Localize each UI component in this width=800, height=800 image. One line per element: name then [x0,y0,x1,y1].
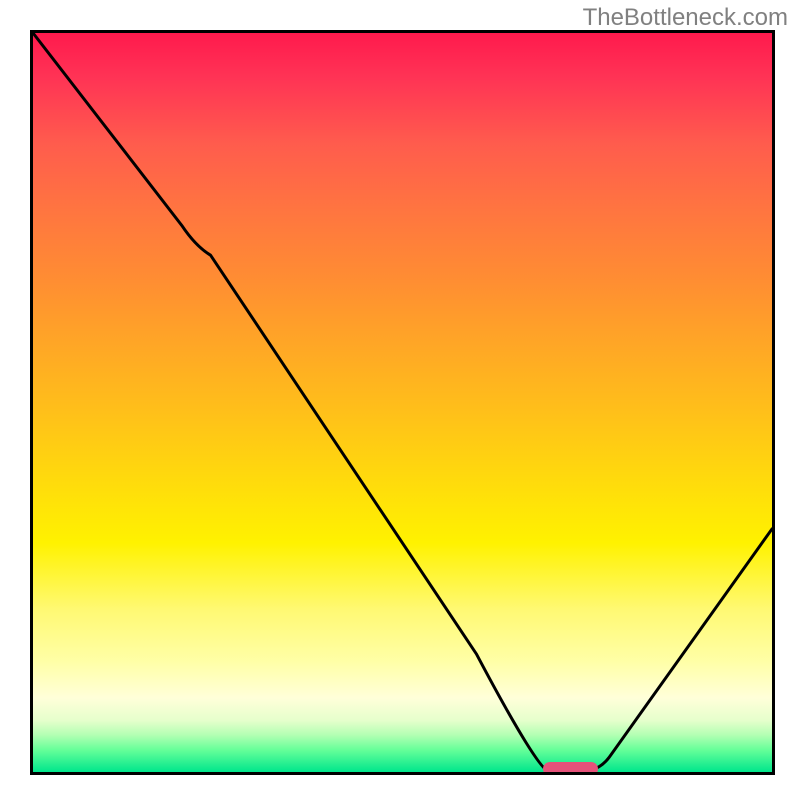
watermark-text: TheBottleneck.com [583,4,788,32]
chart-curve-svg [33,33,772,772]
chart-frame [30,30,775,775]
bottleneck-curve-path [33,33,772,772]
optimal-marker [543,762,598,775]
